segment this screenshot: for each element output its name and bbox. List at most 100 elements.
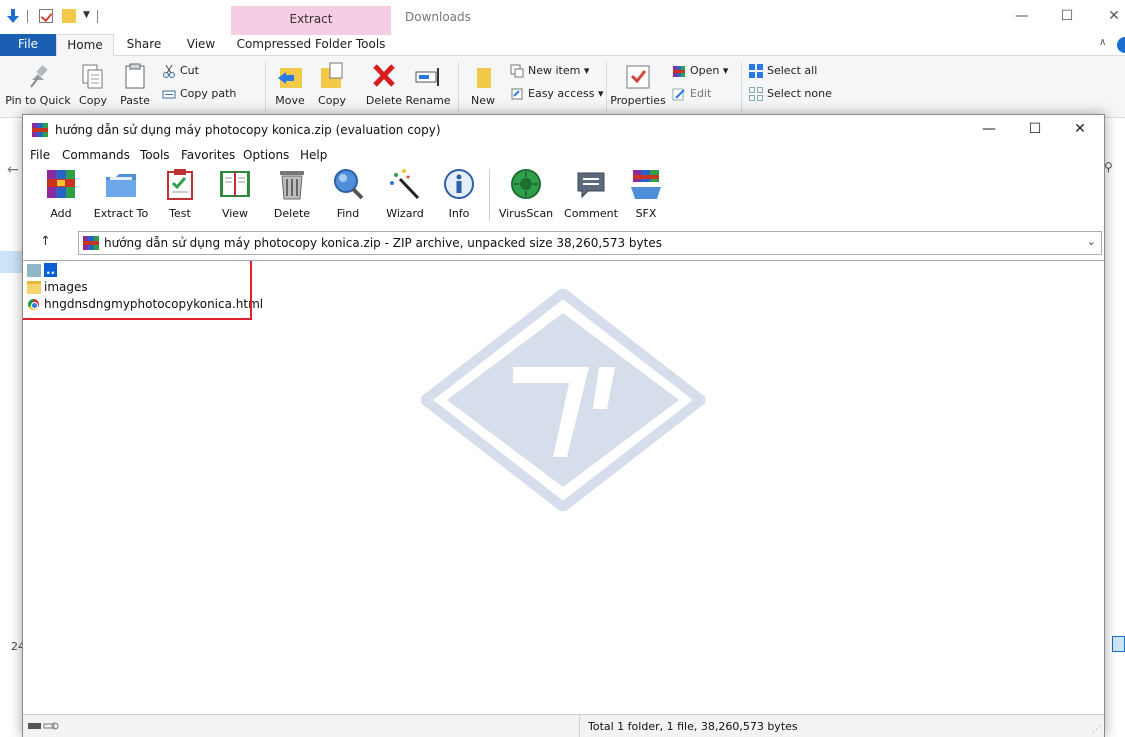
winrar-maximize-button[interactable]: ☐ — [1013, 119, 1057, 141]
watermark-logo-icon — [421, 289, 705, 511]
quick-access-toolbar: ▼ Extract Downloads — ☐ ✕ — [0, 0, 1125, 35]
tab-home[interactable]: Home — [56, 34, 114, 57]
select-none-icon — [749, 87, 763, 101]
maximize-button[interactable]: ☐ — [1045, 6, 1089, 28]
sfx-label: SFX — [635, 207, 657, 220]
select-none-button[interactable]: Select none — [749, 85, 832, 103]
new-folder-button[interactable]: New — [466, 60, 500, 107]
menu-favorites[interactable]: Favorites — [181, 148, 235, 162]
winrar-icon — [672, 64, 686, 78]
info-button[interactable]: Info — [441, 167, 477, 220]
book-icon — [218, 167, 252, 201]
select-all-label: Select all — [767, 64, 818, 77]
copy-button[interactable]: Copy — [75, 60, 111, 107]
extract-folder-icon — [104, 167, 138, 201]
properties-arrow-icon[interactable] — [6, 9, 20, 23]
edit-button[interactable]: Edit — [672, 85, 711, 103]
select-all-button[interactable]: Select all — [749, 62, 817, 80]
test-label: Test — [169, 207, 191, 220]
add-archive-icon — [44, 167, 78, 201]
extract-to-button[interactable]: Extract To — [93, 167, 149, 220]
comment-button[interactable]: Comment — [563, 167, 619, 220]
tab-file[interactable]: File — [0, 34, 56, 56]
comment-label: Comment — [564, 207, 618, 220]
new-item-label: New item ▾ — [528, 64, 590, 77]
resize-grip-icon[interactable]: ⋰ — [1092, 725, 1101, 735]
paste-label: Paste — [120, 94, 150, 107]
menu-tools[interactable]: Tools — [140, 148, 170, 162]
menu-help[interactable]: Help — [300, 148, 327, 162]
virusscan-button[interactable]: VirusScan — [498, 167, 554, 220]
delete-files-button[interactable]: Delete — [272, 167, 312, 220]
cut-button[interactable]: Cut — [162, 62, 199, 80]
winrar-minimize-button[interactable]: — — [967, 119, 1011, 141]
tab-share[interactable]: Share — [118, 34, 170, 57]
menu-commands[interactable]: Commands — [62, 148, 130, 162]
rename-button[interactable]: Rename — [405, 60, 451, 107]
annotation-highlight-box — [23, 261, 252, 320]
pin-to-quick-access-button[interactable]: Pin to Quick — [5, 60, 71, 107]
divider — [458, 62, 459, 112]
copy-to-button[interactable]: Copy — [314, 60, 350, 107]
wizard-button[interactable]: Wizard — [383, 167, 427, 220]
move-to-button[interactable]: Move — [272, 60, 308, 107]
magic-wand-icon — [388, 167, 422, 201]
divider — [265, 62, 266, 112]
delete-label: Delete — [365, 94, 403, 107]
search-icon[interactable]: ⚲ — [1104, 160, 1113, 174]
add-label: Add — [50, 207, 72, 220]
ribbon-home: Pin to Quick Copy Paste Cut Copy path Mo… — [0, 56, 1125, 118]
edit-icon — [672, 87, 686, 101]
archive-path-text: hướng dẫn sử dụng máy photocopy konica.z… — [104, 236, 662, 250]
open-button[interactable]: Open ▾ — [672, 62, 728, 80]
easy-access-button[interactable]: Easy access ▾ — [510, 85, 604, 103]
pin-label: Pin to Quick — [5, 94, 71, 107]
menu-file[interactable]: File — [30, 148, 50, 162]
copy-label: Copy — [79, 94, 107, 107]
copy-path-button[interactable]: Copy path — [162, 85, 236, 103]
cut-label: Cut — [180, 64, 199, 77]
divider — [489, 169, 490, 221]
minimize-button[interactable]: — — [1000, 6, 1044, 28]
tab-compressed-folder-tools[interactable]: Compressed Folder Tools — [231, 34, 391, 57]
properties-button[interactable]: Properties — [610, 60, 666, 107]
new-item-button[interactable]: New item ▾ — [510, 62, 589, 80]
archive-path-box[interactable]: hướng dẫn sử dụng máy photocopy konica.z… — [78, 231, 1102, 255]
winrar-app-icon — [32, 123, 48, 137]
test-clipboard-icon — [163, 167, 197, 201]
paste-button[interactable]: Paste — [116, 60, 154, 107]
checkbox-icon[interactable] — [39, 9, 53, 23]
info-label: Info — [448, 207, 470, 220]
chevron-up-icon[interactable]: ∧ — [1099, 37, 1106, 48]
chevron-down-icon[interactable]: ⌄ — [1087, 235, 1096, 248]
sfx-icon — [629, 167, 663, 201]
move-label: Move — [275, 94, 305, 107]
archive-summary-text: Total 1 folder, 1 file, 38,260,573 bytes — [588, 720, 798, 733]
sfx-button[interactable]: SFX — [628, 167, 664, 220]
close-button[interactable]: ✕ — [1092, 6, 1125, 28]
customize-toolbar-icon[interactable]: ▼ — [83, 10, 90, 20]
scissors-icon — [162, 64, 176, 78]
up-arrow-icon[interactable]: ↑ — [40, 234, 51, 249]
winrar-close-button[interactable]: ✕ — [1058, 119, 1102, 141]
view-label: View — [221, 207, 249, 220]
tab-view[interactable]: View — [176, 34, 226, 57]
menu-options[interactable]: Options — [243, 148, 289, 162]
nav-pane-selection[interactable] — [0, 251, 22, 273]
back-arrow-icon[interactable]: ← — [7, 162, 19, 178]
divider — [579, 715, 580, 737]
help-icon[interactable] — [1117, 37, 1125, 53]
delete-button[interactable]: Delete — [365, 60, 403, 107]
extract-to-label: Extract To — [93, 207, 149, 220]
new-folder-icon[interactable] — [62, 9, 76, 23]
test-button[interactable]: Test — [162, 167, 198, 220]
archive-file-list[interactable]: .. images hngdnsdngmyphotocopykonica.htm… — [23, 260, 1104, 713]
rename-icon — [412, 60, 444, 92]
winrar-title-bar[interactable]: hướng dẫn sử dụng máy photocopy konica.z… — [23, 115, 1104, 145]
find-button[interactable]: Find — [330, 167, 366, 220]
delete-files-label: Delete — [273, 207, 311, 220]
add-button[interactable]: Add — [41, 167, 81, 220]
view-button[interactable]: View — [213, 167, 257, 220]
view-toggle-icon[interactable] — [1112, 636, 1125, 652]
virus-scan-icon — [509, 167, 543, 201]
